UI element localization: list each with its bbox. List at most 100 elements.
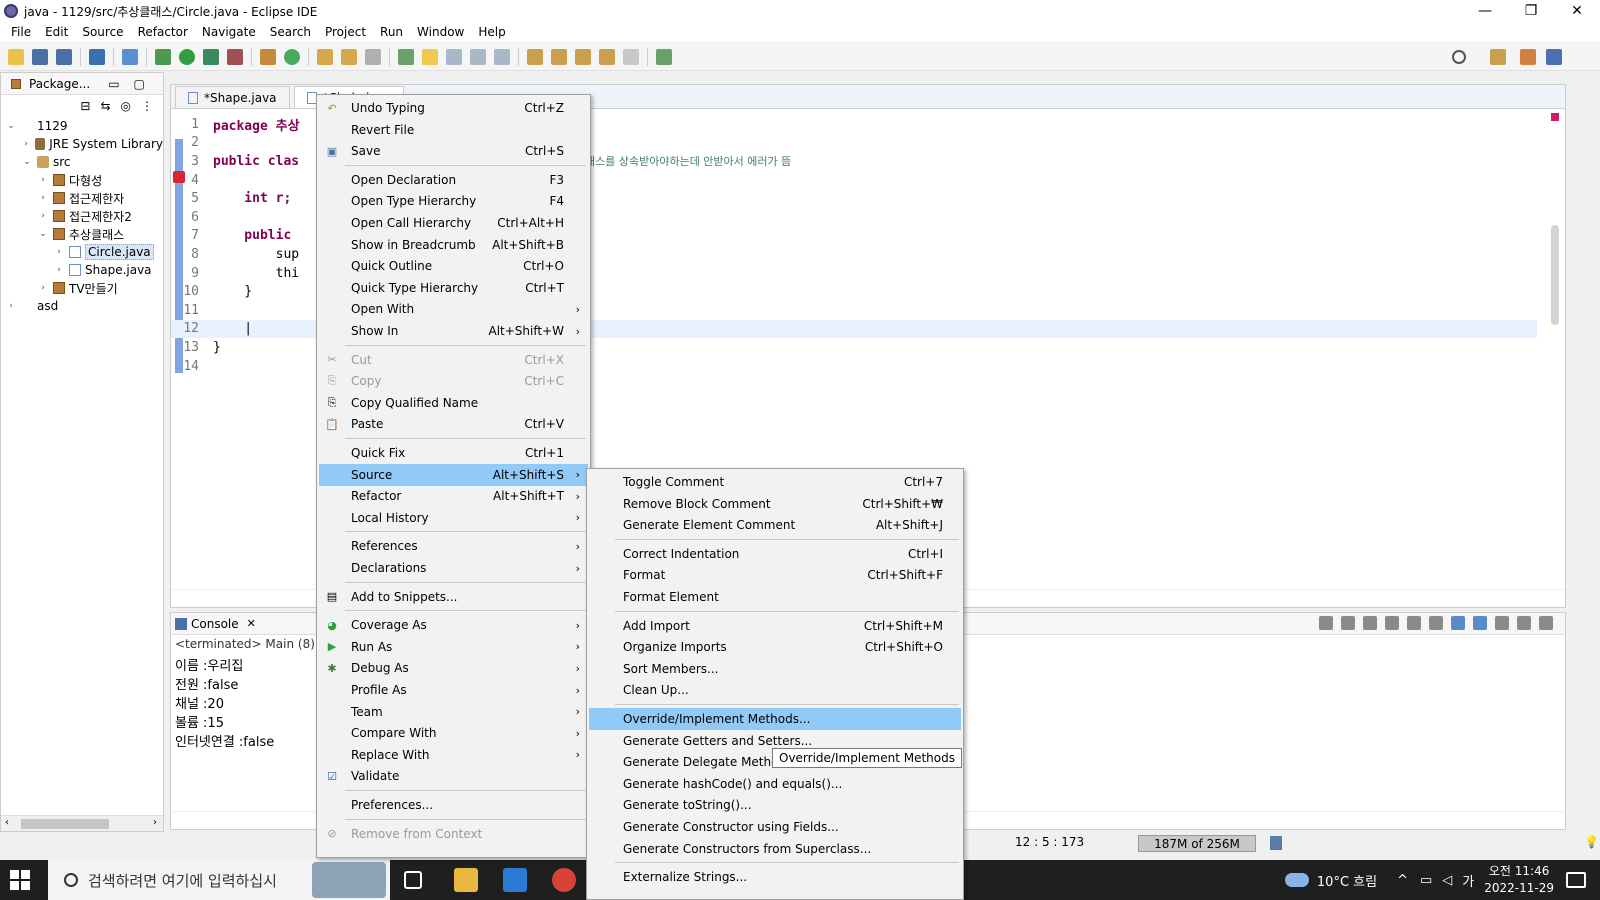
collapsed-arrow-icon[interactable]: › [53, 247, 65, 257]
network-icon[interactable]: ▭ [1420, 873, 1432, 888]
menu-item-compare-with[interactable]: Compare With › [319, 722, 588, 744]
collapsed-arrow-icon[interactable]: › [21, 139, 31, 149]
menu-item-references[interactable]: References › [319, 535, 588, 557]
submenu-item-generate-tostring[interactable]: Generate toString()... [589, 794, 961, 816]
collapsed-arrow-icon[interactable]: › [37, 175, 49, 185]
back-icon[interactable] [599, 48, 615, 65]
submenu-item-organize-imports[interactable]: Organize Imports Ctrl+Shift+O [589, 636, 961, 658]
remove-launch-icon[interactable] [1341, 616, 1355, 630]
next-annotation-icon[interactable] [527, 48, 543, 65]
menu-item-validate[interactable]: ☑ Validate [319, 765, 588, 787]
menu-navigate[interactable]: Navigate [195, 25, 263, 39]
submenu-item-generate-constructor-using-fields[interactable]: Generate Constructor using Fields... [589, 816, 961, 838]
menu-file[interactable]: File [4, 25, 38, 39]
new-class-icon[interactable] [284, 48, 300, 65]
heap-status[interactable]: 187M of 256M [1138, 835, 1256, 852]
submenu-item-toggle-comment[interactable]: Toggle Comment Ctrl+7 [589, 471, 961, 493]
collapsed-arrow-icon[interactable]: › [37, 193, 49, 203]
menu-item-add-to-snippets[interactable]: ▤ Add to Snippets... [319, 586, 588, 608]
menu-search[interactable]: Search [263, 25, 318, 39]
collapsed-arrow-icon[interactable]: › [37, 211, 49, 221]
menu-item-coverage-as[interactable]: ◕ Coverage As › [319, 614, 588, 636]
editor-vertical-scrollbar[interactable] [1549, 115, 1561, 595]
clear-console-icon[interactable] [1385, 616, 1399, 630]
search-icon[interactable] [1452, 49, 1466, 64]
save-icon[interactable] [32, 48, 48, 65]
menu-help[interactable]: Help [471, 25, 512, 39]
menu-item-show-in-breadcrumb[interactable]: Show in Breadcrumb Alt+Shift+B [319, 234, 588, 256]
external-tools-icon[interactable] [227, 48, 243, 65]
tree-item[interactable]: › TV만들기 [1, 279, 163, 297]
submenu-item-generate-constructors-from-superclass[interactable]: Generate Constructors from Superclass... [589, 838, 961, 860]
menu-item-run-as[interactable]: ▶ Run As › [319, 636, 588, 658]
menu-item-open-call-hierarchy[interactable]: Open Call Hierarchy Ctrl+Alt+H [319, 212, 588, 234]
menu-edit[interactable]: Edit [38, 25, 75, 39]
menu-item-show-in[interactable]: Show In Alt+Shift+W › [319, 320, 588, 342]
collapse-all-icon[interactable]: ⊟ [80, 99, 90, 113]
menu-item-quick-type-hierarchy[interactable]: Quick Type Hierarchy Ctrl+T [319, 277, 588, 299]
link-with-editor-icon[interactable]: ⇆ [100, 99, 110, 113]
view-menu-icon[interactable]: ⋮ [141, 99, 153, 113]
debug-icon[interactable] [155, 48, 171, 65]
last-edit-icon[interactable] [575, 48, 591, 65]
tree-item[interactable]: › 다형성 [1, 171, 163, 189]
previous-annotation-icon[interactable] [551, 48, 567, 65]
menu-item-preferences[interactable]: Preferences... [319, 794, 588, 816]
search-tool-icon[interactable] [365, 48, 381, 65]
show-stderr-icon[interactable] [1473, 616, 1487, 630]
new-package-icon[interactable] [260, 48, 276, 65]
expanded-arrow-icon[interactable]: ⌄ [5, 121, 17, 131]
terminal-icon[interactable] [89, 48, 105, 65]
forward-icon[interactable] [623, 48, 639, 65]
menu-item-replace-with[interactable]: Replace With › [319, 744, 588, 766]
new-icon[interactable] [8, 48, 24, 65]
menu-item-local-history[interactable]: Local History › [319, 507, 588, 529]
menu-item-paste[interactable]: 📋 Paste Ctrl+V [319, 413, 588, 435]
console-tab-label[interactable]: Console [191, 617, 239, 631]
menu-item-undo-typing[interactable]: ↶ Undo Typing Ctrl+Z [319, 97, 588, 119]
tab-shape-java[interactable]: *Shape.java [175, 86, 290, 108]
open-console-icon[interactable] [1539, 616, 1553, 630]
submenu-item-override-implement-methods[interactable]: Override/Implement Methods... [589, 708, 961, 730]
collapsed-arrow-icon[interactable]: › [37, 283, 49, 293]
show-stdout-icon[interactable] [1451, 616, 1465, 630]
submenu-item-generate-hashcode-and-equals[interactable]: Generate hashCode() and equals()... [589, 773, 961, 795]
ime-indicator[interactable]: 가 [1462, 871, 1474, 890]
minimize-button[interactable]: — [1462, 0, 1508, 22]
taskbar-search[interactable]: 검색하려면 여기에 입력하십시 [48, 860, 390, 900]
menu-item-save[interactable]: ▣ Save Ctrl+S [319, 140, 588, 162]
close-console-icon[interactable]: ✕ [247, 617, 256, 630]
menu-item-open-with[interactable]: Open With › [319, 298, 588, 320]
expanded-arrow-icon[interactable]: ⌄ [21, 157, 33, 167]
weather-text[interactable]: 10°C 흐림 [1317, 871, 1377, 890]
java-perspective-icon[interactable] [1546, 48, 1562, 65]
tree-item[interactable]: › asd [1, 297, 163, 315]
pin-console-icon[interactable] [1495, 616, 1509, 630]
tray-expand-icon[interactable]: ^ [1397, 873, 1408, 888]
word-wrap-console-icon[interactable] [1429, 616, 1443, 630]
minimize-view-icon[interactable]: ▭ [108, 77, 119, 91]
coverage-icon[interactable] [203, 48, 219, 65]
toggle-breadcrumb-icon[interactable] [398, 48, 414, 65]
chrome-icon[interactable] [552, 868, 576, 892]
tree-item[interactable]: ⌄ src [1, 153, 163, 171]
debug-perspective-icon[interactable] [1520, 48, 1536, 65]
menu-window[interactable]: Window [410, 25, 471, 39]
menu-item-copy-qualified-name[interactable]: ⎘ Copy Qualified Name [319, 392, 588, 414]
menu-item-debug-as[interactable]: ✱ Debug As › [319, 657, 588, 679]
weather-icon[interactable] [1284, 873, 1309, 887]
submenu-item-correct-indentation[interactable]: Correct Indentation Ctrl+I [589, 543, 961, 565]
submenu-item-sort-members[interactable]: Sort Members... [589, 658, 961, 680]
tree-item[interactable]: › 접근제한자 [1, 189, 163, 207]
clock[interactable]: 오전 11:46 2022-11-29 [1484, 863, 1554, 897]
store-icon[interactable] [503, 868, 527, 892]
menu-project[interactable]: Project [318, 25, 373, 39]
tree-item[interactable]: ⌄ 추상클래스 [1, 225, 163, 243]
maximize-view-icon[interactable]: ▢ [134, 77, 145, 91]
save-all-icon[interactable] [56, 48, 72, 65]
submenu-item-externalize-strings[interactable]: Externalize Strings... [589, 866, 961, 888]
menu-item-source[interactable]: Source Alt+Shift+S › [319, 463, 588, 486]
tree-item[interactable]: › Shape.java [1, 261, 163, 279]
menu-source[interactable]: Source [75, 25, 130, 39]
tip-icon[interactable]: 💡 [1584, 835, 1599, 849]
